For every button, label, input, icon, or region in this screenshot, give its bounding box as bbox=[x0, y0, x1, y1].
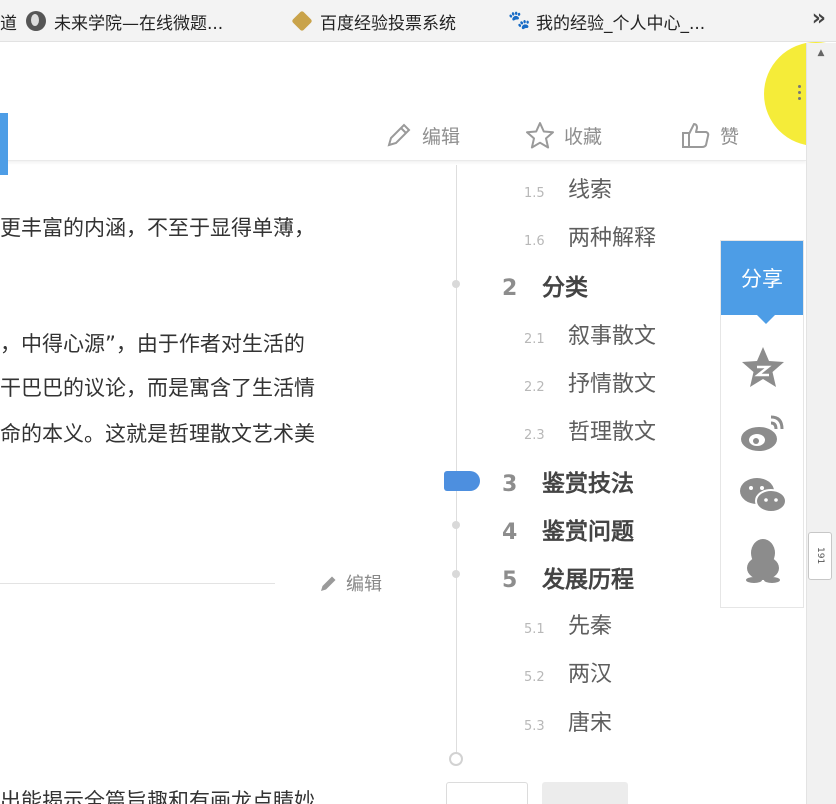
bookmarks-overflow-button[interactable]: » bbox=[812, 6, 826, 31]
toc-item-number: 3 bbox=[502, 472, 518, 497]
toc-item-active[interactable]: 3 鉴赏技法 bbox=[502, 464, 634, 498]
toc-item[interactable]: 5.2 两汉 bbox=[524, 656, 612, 688]
toc-item-label: 先秦 bbox=[568, 614, 613, 639]
bookmark-my-jingyan[interactable]: 🐾 我的经验_个人中心_... bbox=[508, 9, 706, 34]
bookmark-vote[interactable]: 百度经验投票系统 bbox=[291, 9, 456, 34]
toc-item[interactable]: 5 发展历程 bbox=[502, 560, 634, 594]
like-button-label: 赞 bbox=[720, 125, 740, 148]
toc-item-label: 抒情散文 bbox=[568, 372, 657, 397]
toc-item-number: 1.6 bbox=[524, 234, 545, 249]
toc-item-label: 唐宋 bbox=[568, 711, 613, 736]
toc-active-marker bbox=[444, 471, 480, 491]
toc-item-number: 5.2 bbox=[524, 670, 545, 685]
toc-item-number: 2.3 bbox=[524, 428, 545, 443]
graduation-hat-icon bbox=[291, 10, 313, 32]
toc-dot bbox=[452, 570, 460, 578]
toc-item-label: 两种解释 bbox=[568, 226, 657, 251]
toc-item-label: 两汉 bbox=[568, 662, 613, 687]
section-edit-link[interactable]: 编辑 bbox=[318, 570, 382, 596]
star-icon bbox=[526, 122, 554, 149]
toc-track bbox=[456, 165, 457, 760]
thumbs-up-icon bbox=[682, 123, 710, 148]
toc-item-number: 2 bbox=[502, 276, 518, 301]
weibo-icon[interactable] bbox=[737, 409, 789, 455]
bookmark-partial-label: 道 bbox=[0, 13, 17, 34]
toc-item[interactable]: 2.3 哲理散文 bbox=[524, 414, 656, 446]
toc-item-label: 线索 bbox=[568, 178, 613, 203]
toc-item-number: 5 bbox=[502, 568, 518, 593]
toc-item-number: 4 bbox=[502, 520, 518, 545]
article-line: 命的本义。这就是哲理散文艺术美 bbox=[0, 422, 315, 446]
edit-button-label: 编辑 bbox=[422, 125, 461, 148]
bookmark-label: 未来学院—在线微题... bbox=[54, 13, 224, 34]
scroll-up-arrow-icon[interactable]: ▲ bbox=[812, 48, 830, 62]
toc-item-number: 2.1 bbox=[524, 332, 545, 347]
favorite-button-label: 收藏 bbox=[564, 125, 603, 148]
toc-item[interactable]: 4 鉴赏问题 bbox=[502, 512, 634, 546]
toc-item-number: 1.5 bbox=[524, 186, 545, 201]
bookmark-weilai[interactable]: 未来学院—在线微题... bbox=[26, 9, 224, 34]
baidu-paw-icon: 🐾 bbox=[508, 10, 531, 31]
bookmark-partial[interactable]: 道 bbox=[0, 9, 17, 34]
bottom-button[interactable] bbox=[542, 782, 628, 804]
toc-end-circle bbox=[449, 752, 463, 766]
section-divider bbox=[0, 583, 275, 584]
scrollbar-thumb[interactable]: 191 bbox=[808, 532, 832, 580]
qzone-star-icon[interactable] bbox=[737, 345, 789, 391]
article-header: 编辑 收藏 赞 bbox=[0, 43, 806, 175]
toc-item[interactable]: 2.1 叙事散文 bbox=[524, 318, 656, 350]
toc-item-number: 2.2 bbox=[524, 380, 545, 395]
header-blue-tab[interactable] bbox=[0, 113, 8, 175]
edit-button[interactable]: 编辑 bbox=[384, 117, 460, 153]
page-scrollbar[interactable] bbox=[806, 43, 836, 804]
share-title: 分享 bbox=[721, 241, 803, 324]
toc-item[interactable]: 5.1 先秦 bbox=[524, 608, 612, 640]
favorite-button[interactable]: 收藏 bbox=[524, 117, 602, 153]
more-menu-button[interactable] bbox=[798, 82, 804, 108]
toc-item-number: 5.3 bbox=[524, 719, 545, 734]
like-button[interactable]: 赞 bbox=[680, 117, 739, 153]
toc-item[interactable]: 1.6 两种解释 bbox=[524, 220, 656, 252]
toc-item[interactable]: 2 分类 bbox=[502, 268, 588, 302]
share-panel: 分享 bbox=[720, 240, 804, 608]
pencil-icon bbox=[321, 576, 336, 591]
bottom-button[interactable] bbox=[446, 782, 528, 804]
toc-item-label: 鉴赏技法 bbox=[542, 471, 634, 497]
toc-item[interactable]: 2.2 抒情散文 bbox=[524, 366, 656, 398]
article-line: 出能揭示全篇旨趣和有画龙点睛妙 bbox=[0, 789, 315, 804]
toc-item-label: 发展历程 bbox=[542, 567, 634, 593]
globe-icon bbox=[26, 11, 46, 31]
bookmark-label: 百度经验投票系统 bbox=[320, 13, 456, 34]
article-line: 干巴巴的议论，而是寓含了生活情 bbox=[0, 376, 315, 400]
toc-item[interactable]: 1.5 线索 bbox=[524, 172, 612, 204]
toc-item-label: 鉴赏问题 bbox=[542, 519, 634, 545]
toc-item-label: 叙事散文 bbox=[568, 324, 657, 349]
section-edit-label: 编辑 bbox=[346, 574, 382, 595]
toc-item-label: 哲理散文 bbox=[568, 420, 657, 445]
pencil-icon bbox=[387, 123, 411, 147]
toc-item-label: 分类 bbox=[542, 275, 588, 301]
qq-penguin-icon[interactable] bbox=[737, 537, 789, 583]
article-line: 更丰富的内涵，不至于显得单薄， bbox=[0, 216, 315, 240]
toc-dot bbox=[452, 280, 460, 288]
article-line: ，中得心源”，由于作者对生活的 bbox=[0, 332, 305, 356]
toc-item[interactable]: 5.3 唐宋 bbox=[524, 705, 612, 737]
toc-dot bbox=[452, 521, 460, 529]
bookmarks-bar: 道 未来学院—在线微题... 百度经验投票系统 🐾 我的经验_个人中心_... … bbox=[0, 0, 836, 42]
bookmark-label: 我的经验_个人中心_... bbox=[536, 13, 706, 34]
wechat-icon[interactable] bbox=[737, 473, 789, 519]
toc-item-number: 5.1 bbox=[524, 622, 545, 637]
